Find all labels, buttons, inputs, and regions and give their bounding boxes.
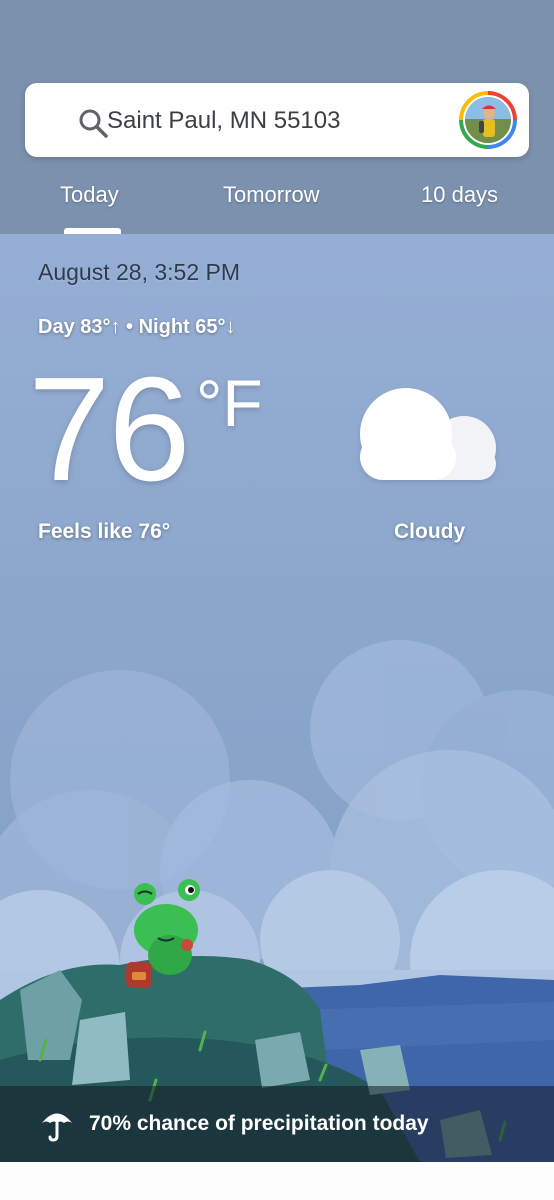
weather-scene-illustration — [0, 640, 554, 1162]
tab-tomorrow[interactable]: Tomorrow — [223, 182, 320, 208]
precipitation-banner[interactable]: 70% chance of precipitation today — [0, 1086, 554, 1162]
condition-label: Cloudy — [394, 520, 466, 543]
feels-like: Feels like 76° — [38, 520, 171, 543]
tab-today[interactable]: Today — [60, 182, 119, 208]
date-time: August 28, 3:52 PM — [38, 259, 241, 285]
cloud-icon — [360, 388, 496, 480]
current-temperature: 76 — [28, 347, 191, 512]
temperature-unit: °F — [196, 366, 263, 440]
avatar — [463, 95, 513, 145]
account-avatar-button[interactable] — [459, 91, 517, 149]
search-location-text[interactable]: Saint Paul, MN 55103 — [107, 107, 340, 135]
tab-10-days[interactable]: 10 days — [421, 182, 498, 208]
location-search-box[interactable]: Saint Paul, MN 55103 — [25, 83, 529, 157]
avatar-photo-icon — [465, 97, 511, 143]
selected-tab-indicator — [64, 228, 121, 234]
search-icon[interactable] — [77, 107, 109, 139]
weather-screen: Saint Paul, MN 55103 Today Tomorrow 10 d… — [0, 0, 554, 1162]
precipitation-text: 70% chance of precipitation today — [89, 1112, 429, 1135]
day-night-temperatures: Day 83°↑ • Night 65°↓ — [38, 316, 236, 338]
umbrella-icon — [42, 1113, 72, 1142]
